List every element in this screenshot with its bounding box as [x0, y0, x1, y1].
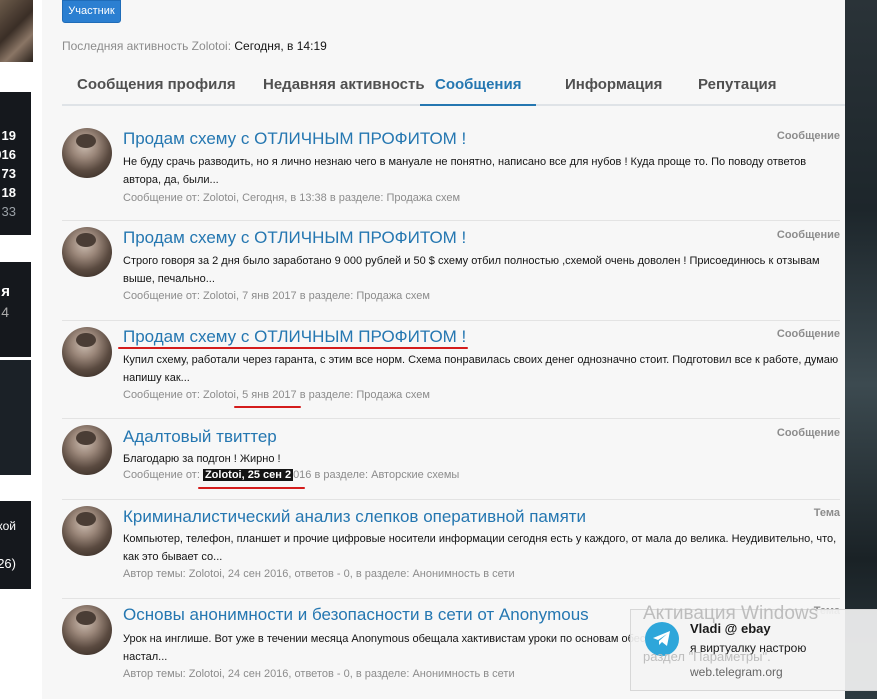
item-title-link[interactable]: Криминалистический анализ слепков операт… [123, 507, 586, 527]
meta-date[interactable]: , Сегодня, в 13:38 [236, 192, 327, 204]
annotation-underline [234, 406, 301, 408]
avatar[interactable] [62, 227, 112, 277]
item-type-label: Сообщение [776, 229, 840, 241]
meta-prefix: Автор темы: [123, 668, 189, 680]
sidebar-block-dark [0, 360, 31, 475]
list-item: Продам схему с ОТЛИЧНЫМ ПРОФИТОМ ! Сообщ… [62, 222, 840, 321]
item-excerpt: Строго говоря за 2 дня было заработано 9… [123, 255, 820, 285]
meta-date[interactable]: , 24 сен 2016, ответов - 0 [222, 568, 350, 580]
list-item: Продам схему с ОТЛИЧНЫМ ПРОФИТОМ ! Сообщ… [62, 123, 840, 221]
sidebar-stats-block: 19 016 73 18 33 [0, 92, 31, 235]
profile-avatar[interactable] [0, 0, 33, 62]
item-meta: Автор темы: Zolotoi, 24 сен 2016, ответо… [123, 668, 515, 680]
avatar[interactable] [62, 128, 112, 178]
sidebar-block: я 4 [0, 262, 31, 357]
meta-date[interactable]: , 24 сен 2016, ответов - 0 [222, 668, 350, 680]
last-activity-value: Сегодня, в 14:19 [234, 39, 327, 53]
tab-profile-posts[interactable]: Сообщения профиля [77, 76, 236, 104]
stat-value: 016 [0, 147, 16, 162]
meta-prefix: Сообщение от: [123, 389, 203, 401]
stat-value: 19 [1, 128, 16, 143]
notification-source: web.telegram.org [690, 665, 783, 679]
meta-prefix: Сообщение от: [123, 290, 203, 302]
meta-prefix: Сообщение от: [123, 192, 203, 204]
meta-prefix: Сообщение от: [123, 469, 203, 481]
author-link[interactable]: Zolotoi [203, 389, 236, 401]
author-link[interactable]: Zolotoi [203, 192, 236, 204]
tab-information[interactable]: Информация [565, 76, 662, 104]
item-excerpt: Благодарю за подгон ! Жирно ! [123, 453, 281, 465]
meta-date[interactable]: 016 [293, 469, 311, 481]
avatar[interactable] [62, 605, 112, 655]
sidebar-heading-fragment: я [1, 283, 10, 300]
item-type-label: Сообщение [776, 130, 840, 142]
author-link-highlighted[interactable]: Zolotoi, 25 сен 2 [202, 469, 294, 481]
meta-date[interactable]: , 5 янв 2017 [236, 389, 297, 401]
meta-section[interactable]: , в разделе: Анонимность в сети [350, 668, 515, 680]
item-type-label: Сообщение [776, 427, 840, 439]
item-type-label: Тема [813, 507, 840, 519]
avatar[interactable] [62, 506, 112, 556]
meta-section[interactable]: в разделе: Продажа схем [297, 290, 430, 302]
sidebar-block: кой 26) [0, 501, 31, 589]
user-role-badge: Участник [62, 0, 121, 23]
annotation-underline [118, 347, 468, 349]
item-excerpt: Урок на инглише. Вот уже в течении месяц… [123, 633, 661, 663]
item-meta: Сообщение от: Zolotoi, 7 янв 2017 в разд… [123, 290, 430, 302]
list-item: Адалтовый твиттер Сообщение Благодарю за… [62, 420, 840, 500]
author-link[interactable]: Zolotoi [189, 568, 222, 580]
sidebar-text-fragment: 26) [0, 556, 16, 571]
sidebar-text-fragment: кой [0, 519, 16, 533]
tab-messages[interactable]: Сообщения [420, 76, 537, 106]
item-title-link[interactable]: Продам схему с ОТЛИЧНЫМ ПРОФИТОМ ! [123, 327, 466, 347]
item-excerpt: Не буду срачь разводить, но я лично незн… [123, 156, 807, 186]
meta-section[interactable]: в разделе: Продажа схем [297, 389, 430, 401]
item-meta: Сообщение от: Zolotoi, Сегодня, в 13:38 … [123, 192, 460, 204]
avatar[interactable] [62, 425, 112, 475]
annotation-underline [198, 487, 305, 489]
last-activity: Последняя активность Zolotoi: Сегодня, в… [62, 39, 327, 53]
item-title-link[interactable]: Продам схему с ОТЛИЧНЫМ ПРОФИТОМ ! [123, 228, 466, 248]
windows-activation-watermark: Активация Windows [643, 603, 819, 624]
meta-section[interactable]: в разделе: Продажа схем [327, 192, 460, 204]
item-title-link[interactable]: Продам схему с ОТЛИЧНЫМ ПРОФИТОМ ! [123, 129, 466, 149]
item-meta: Сообщение от: Zolotoi, 5 янв 2017 в разд… [123, 389, 430, 401]
right-background [845, 0, 877, 699]
avatar[interactable] [62, 327, 112, 377]
meta-date[interactable]: , 7 янв 2017 [236, 290, 297, 302]
windows-activation-subtext: раздел "Параметры". [643, 649, 771, 664]
item-type-label: Сообщение [776, 328, 840, 340]
stat-value: 18 [1, 185, 16, 200]
profile-tabs: Сообщения профиля Недавняя активность Со… [62, 70, 845, 106]
meta-prefix: Автор темы: [123, 568, 189, 580]
list-item: Криминалистический анализ слепков операт… [62, 501, 840, 599]
tab-recent-activity[interactable]: Недавняя активность [263, 76, 425, 104]
list-item: Продам схему с ОТЛИЧНЫМ ПРОФИТОМ ! Сообщ… [62, 322, 840, 419]
tab-reputation[interactable]: Репутация [698, 76, 776, 104]
item-title-link[interactable]: Основы анонимности и безопасности в сети… [123, 605, 589, 625]
sidebar-value-fragment: 4 [1, 304, 9, 320]
author-link[interactable]: Zolotoi [203, 290, 236, 302]
item-meta: Сообщение от: Zolotoi, 25 сен 2 016 в раз… [123, 469, 459, 481]
author-link[interactable]: Zolotoi [189, 668, 222, 680]
meta-section[interactable]: , в разделе: Анонимность в сети [350, 568, 515, 580]
item-excerpt: Купил схему, работали через гаранта, с э… [123, 354, 839, 384]
stat-value: 73 [1, 166, 16, 181]
item-excerpt: Компьютер, телефон, планшет и прочие циф… [123, 533, 837, 563]
meta-section[interactable]: в разделе: Авторские схемы [311, 469, 459, 481]
last-activity-label: Последняя активность Zolotoi: [62, 39, 232, 53]
item-title-link[interactable]: Адалтовый твиттер [123, 427, 277, 447]
stat-value: 33 [1, 204, 16, 219]
profile-content: Участник Последняя активность Zolotoi: С… [42, 0, 845, 699]
item-meta: Автор темы: Zolotoi, 24 сен 2016, ответо… [123, 568, 515, 580]
